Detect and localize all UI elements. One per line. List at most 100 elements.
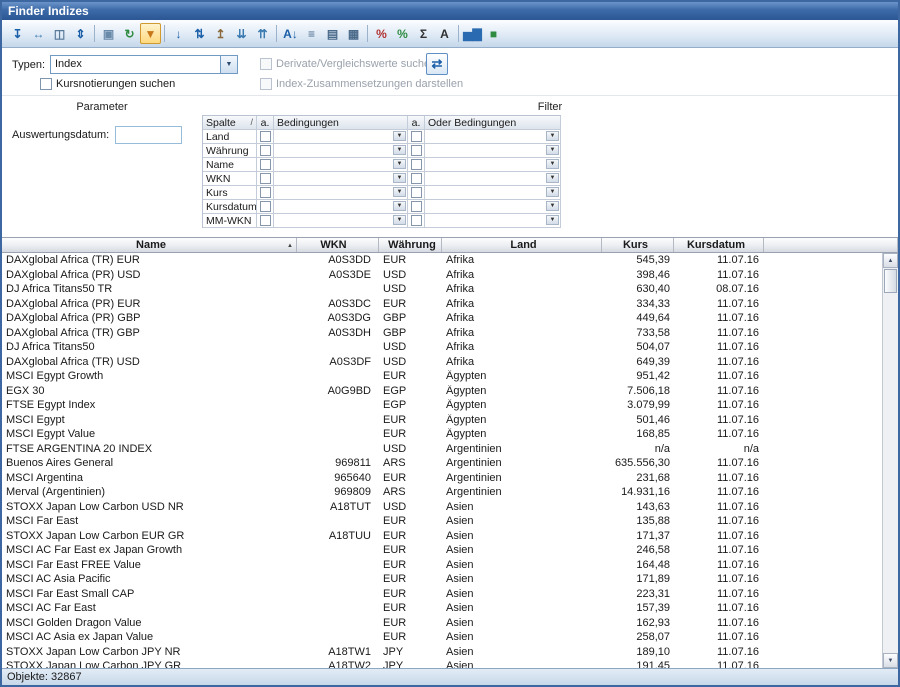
rows-icon[interactable]: ▤	[322, 23, 343, 44]
filter-or-checkbox[interactable]	[411, 145, 422, 156]
sum-icon[interactable]: Σ	[413, 23, 434, 44]
filter-or-checkbox[interactable]	[411, 159, 422, 170]
table-row[interactable]: MSCI Egypt ValueEURÄgypten168,8511.07.16	[2, 427, 882, 442]
filter-and-checkbox[interactable]	[260, 173, 271, 184]
chevron-down-icon[interactable]: ▼	[546, 187, 559, 197]
filter-condition-combo[interactable]: ▼	[274, 214, 408, 228]
table-row[interactable]: MSCI Argentina965640EURArgentinien231,68…	[2, 471, 882, 486]
column-header-waehrung[interactable]: Währung	[379, 238, 442, 252]
chevron-down-icon[interactable]: ▼	[393, 187, 406, 197]
filter-or-condition-combo[interactable]: ▼	[425, 200, 561, 214]
column-header-land[interactable]: Land	[442, 238, 602, 252]
filter-or-checkbox[interactable]	[411, 201, 422, 212]
filter-or-checkbox[interactable]	[411, 215, 422, 226]
filter-condition-combo[interactable]: ▼	[274, 200, 408, 214]
chevron-down-icon[interactable]: ▼	[393, 145, 406, 155]
table-row[interactable]: MSCI AC Asia ex Japan ValueEURAsien258,0…	[2, 630, 882, 645]
table-row[interactable]: MSCI AC Far East ex Japan GrowthEURAsien…	[2, 543, 882, 558]
table-row[interactable]: MSCI AC Far EastEURAsien157,3911.07.16	[2, 601, 882, 616]
grid-icon[interactable]: ▦	[343, 23, 364, 44]
align-left-icon[interactable]: ≡	[301, 23, 322, 44]
table-row[interactable]: DAXglobal Africa (PR) EURA0S3DCEURAfrika…	[2, 297, 882, 312]
filter-or-checkbox[interactable]	[411, 187, 422, 198]
scroll-up-button[interactable]: ▲	[883, 253, 898, 268]
table-row[interactable]: DAXglobal Africa (TR) GBPA0S3DHGBPAfrika…	[2, 326, 882, 341]
table-row[interactable]: FTSE Egypt IndexEGPÄgypten3.079,9911.07.…	[2, 398, 882, 413]
download-icon[interactable]: ↓	[168, 23, 189, 44]
vertical-scrollbar[interactable]: ▲ ▼	[882, 253, 898, 668]
font-icon[interactable]: A	[434, 23, 455, 44]
start-search-button[interactable]: ⇄	[426, 53, 448, 75]
chevron-down-icon[interactable]: ▼	[546, 145, 559, 155]
filter-or-checkbox[interactable]	[411, 173, 422, 184]
filter-condition-combo[interactable]: ▼	[274, 172, 408, 186]
export-icon[interactable]: ↧	[7, 23, 28, 44]
column-header-kursdatum[interactable]: Kursdatum	[674, 238, 764, 252]
chevron-down-icon[interactable]: ▼	[546, 131, 559, 141]
split-window-icon[interactable]: ◫	[49, 23, 70, 44]
fit-height-icon[interactable]: ⇕	[70, 23, 91, 44]
kursnotierungen-checkbox[interactable]	[40, 78, 52, 90]
auswertungsdatum-input[interactable]	[115, 126, 182, 144]
table-row[interactable]: STOXX Japan Low Carbon JPY NRA18TW1JPYAs…	[2, 645, 882, 660]
chevron-down-icon[interactable]: ▼	[393, 201, 406, 211]
table-row[interactable]: DAXglobal Africa (PR) GBPA0S3DGGBPAfrika…	[2, 311, 882, 326]
filter-or-condition-combo[interactable]: ▼	[425, 130, 561, 144]
scrollbar-track[interactable]	[883, 294, 898, 653]
chevron-down-icon[interactable]: ▼	[393, 173, 406, 183]
scroll-down-button[interactable]: ▼	[883, 653, 898, 668]
column-header-kurs[interactable]: Kurs	[602, 238, 674, 252]
table-row[interactable]: MSCI EgyptEURÄgypten501,4611.07.16	[2, 413, 882, 428]
table-row[interactable]: STOXX Japan Low Carbon EUR GRA18TUUEURAs…	[2, 529, 882, 544]
refresh-view-icon[interactable]: ↻	[119, 23, 140, 44]
filter-and-checkbox[interactable]	[260, 131, 271, 142]
table-row[interactable]: DJ Africa Titans50 TRUSDAfrika630,4008.0…	[2, 282, 882, 297]
table-row[interactable]: Merval (Argentinien)969809ARSArgentinien…	[2, 485, 882, 500]
sort-descending-icon[interactable]: ⇊	[231, 23, 252, 44]
percent-icon[interactable]: %	[371, 23, 392, 44]
column-header-wkn[interactable]: WKN	[297, 238, 379, 252]
fit-width-icon[interactable]: ↔	[28, 23, 49, 44]
table-row[interactable]: DAXglobal Africa (PR) USDA0S3DEUSDAfrika…	[2, 268, 882, 283]
chevron-down-icon[interactable]: ▼	[393, 131, 406, 141]
filter-header-spalte[interactable]: Spalte /	[203, 116, 257, 130]
filter-and-checkbox[interactable]	[260, 215, 271, 226]
table-row[interactable]: MSCI Egypt GrowthEURÄgypten951,4211.07.1…	[2, 369, 882, 384]
table-row[interactable]: EGX 30A0G9BDEGPÄgypten7.506,1811.07.16	[2, 384, 882, 399]
column-header-name[interactable]: Name ▲	[2, 238, 297, 252]
chevron-down-icon[interactable]: ▼	[546, 173, 559, 183]
table-row[interactable]: Buenos Aires General969811ARSArgentinien…	[2, 456, 882, 471]
filter-and-checkbox[interactable]	[260, 201, 271, 212]
filter-and-checkbox[interactable]	[260, 145, 271, 156]
chart-icon[interactable]: ▅▇	[462, 23, 483, 44]
filter-condition-combo[interactable]: ▼	[274, 186, 408, 200]
scrollbar-thumb[interactable]	[884, 269, 897, 293]
typen-select[interactable]: Index ▼	[50, 55, 238, 74]
percent-change-icon[interactable]: %	[392, 23, 413, 44]
filter-condition-combo[interactable]: ▼	[274, 158, 408, 172]
filter-condition-combo[interactable]: ▼	[274, 144, 408, 158]
filter-or-condition-combo[interactable]: ▼	[425, 186, 561, 200]
new-window-icon[interactable]: ▣	[98, 23, 119, 44]
table-row[interactable]: DAXglobal Africa (TR) USDA0S3DFUSDAfrika…	[2, 355, 882, 370]
table-row[interactable]: MSCI Golden Dragon ValueEURAsien162,9311…	[2, 616, 882, 631]
swap-rows-icon[interactable]: ⇅	[189, 23, 210, 44]
sort-ascending-icon[interactable]: ⇈	[252, 23, 273, 44]
table-row[interactable]: FTSE ARGENTINA 20 INDEXUSDArgentinienn/a…	[2, 442, 882, 457]
chevron-down-icon[interactable]: ▼	[546, 215, 559, 225]
filter-and-checkbox[interactable]	[260, 187, 271, 198]
table-row[interactable]: DJ Africa Titans50USDAfrika504,0711.07.1…	[2, 340, 882, 355]
filter-or-condition-combo[interactable]: ▼	[425, 172, 561, 186]
filter-or-condition-combo[interactable]: ▼	[425, 214, 561, 228]
chevron-down-icon[interactable]: ▼	[546, 159, 559, 169]
table-row[interactable]: STOXX Japan Low Carbon JPY GRA18TW2JPYAs…	[2, 659, 882, 668]
filter-or-checkbox[interactable]	[411, 131, 422, 142]
upload-icon[interactable]: ↥	[210, 23, 231, 44]
table-row[interactable]: MSCI Far East Small CAPEURAsien223,3111.…	[2, 587, 882, 602]
filter-condition-combo[interactable]: ▼	[274, 130, 408, 144]
filter-and-checkbox[interactable]	[260, 159, 271, 170]
table-row[interactable]: DAXglobal Africa (TR) EURA0S3DDEURAfrika…	[2, 253, 882, 268]
chevron-down-icon[interactable]: ▼	[546, 201, 559, 211]
stop-icon[interactable]: ■	[483, 23, 504, 44]
filter-or-condition-combo[interactable]: ▼	[425, 144, 561, 158]
